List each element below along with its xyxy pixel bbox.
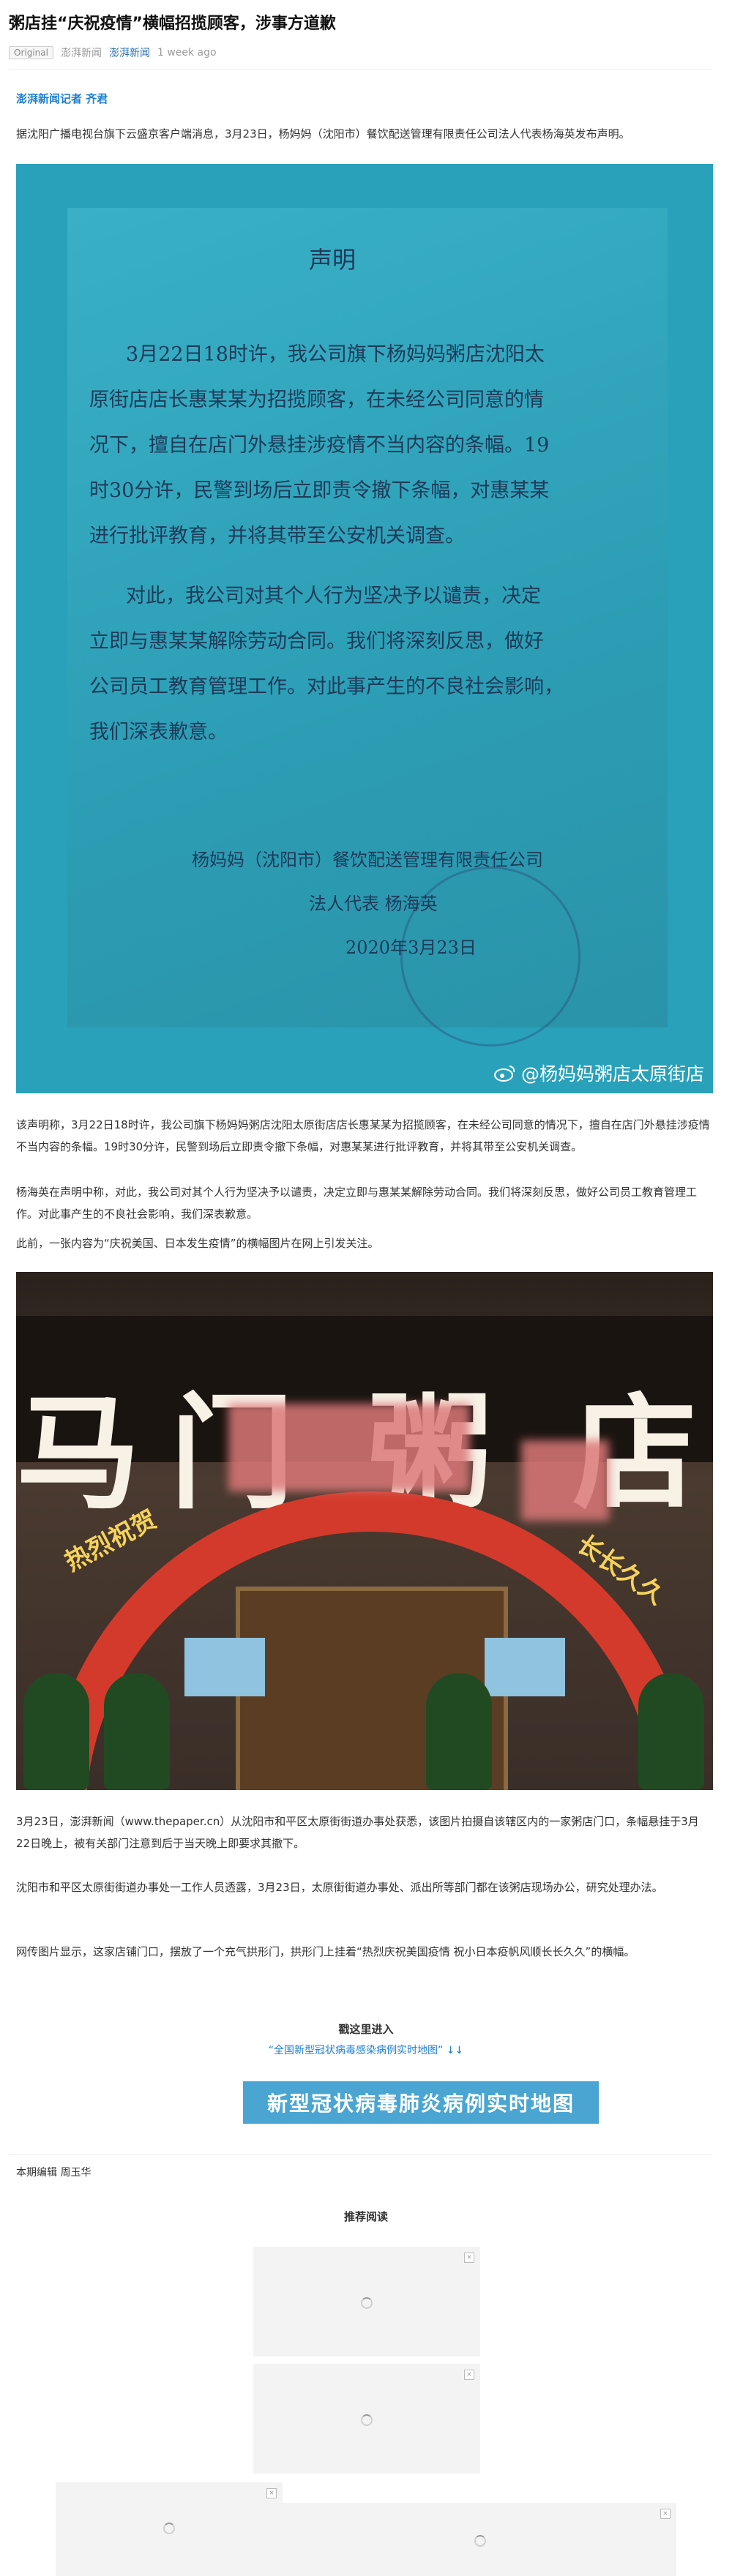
notice-line: 立即与惠某某解除劳动合同。我们将深刻反思，做好 (89, 630, 544, 653)
watermark-text: @杨妈妈粥店太原街店 (520, 1063, 704, 1085)
body-paragraph-6: 网传图片显示，这家店铺门口，摆放了一个充气拱形门，拱形门上挂着“热烈庆祝美国疫情… (16, 1945, 635, 1958)
more-label: 戳这里进入 (338, 2023, 394, 2036)
article-meta: Original 澎湃新闻 澎湃新闻 1 week ago (9, 45, 217, 60)
body-paragraph-2: 杨海英在声明中称，对此，我公司对其个人行为坚决予以谴责，决定立即与惠某某解除劳动… (16, 1186, 698, 1221)
weibo-icon (493, 1066, 515, 1082)
notice-line: 3月22日18时许，我公司旗下杨妈妈粥店沈阳太 (126, 343, 545, 366)
notice-heading: 声明 (309, 246, 356, 274)
body-paragraph-4: 3月23日，澎湃新闻（www.thepaper.cn）从沈阳市和平区太原街街道办… (16, 1815, 699, 1850)
body-paragraph-5: 沈阳市和平区太原街街道办事处一工作人员透露，3月23日，太原街街道办事处、派出所… (16, 1881, 663, 1894)
body-paragraph-1: 该声明称，3月22日18时许，我公司旗下杨妈妈粥店沈阳太原街店店长惠某某为招揽顾… (16, 1118, 710, 1153)
notice-image: 声明 3月22日18时许，我公司旗下杨妈妈粥店沈阳太 原街店店长惠某某为招揽顾客… (16, 164, 713, 1093)
notice-line: 我们深表歉意。 (89, 721, 228, 744)
editor-divider (9, 2154, 712, 2155)
close-icon[interactable]: × (266, 2488, 277, 2498)
recommended-item[interactable]: × (56, 2482, 283, 2576)
notice-line: 对此，我公司对其个人行为坚决予以谴责，决定 (126, 585, 541, 607)
plant (638, 1673, 704, 1790)
notice-paper: 声明 3月22日18时许，我公司旗下杨妈妈粥店沈阳太 原街店店长惠某某为招揽顾客… (67, 208, 668, 1046)
loading-spinner-icon (474, 2535, 486, 2547)
original-tag: Original (9, 46, 53, 59)
recommended-item[interactable]: × (283, 2503, 676, 2576)
weibo-watermark: @杨妈妈粥店太原街店 (493, 1060, 704, 1086)
notice-line: 原街店店长惠某某为招揽顾客，在未经公司同意的情 (89, 389, 544, 411)
blurred-banner (521, 1440, 609, 1521)
map-link[interactable]: “全国新型冠状病毒感染病例实时地图” ↓↓ (0, 2043, 732, 2057)
display-screen (485, 1638, 565, 1696)
loading-spinner-icon (163, 2523, 175, 2534)
plant (426, 1673, 492, 1790)
more-section: 戳这里进入 “全国新型冠状病毒感染病例实时地图” ↓↓ (0, 2021, 732, 2057)
storefront-image: 马 门 粥 店 热烈祝贺 长长久久 (16, 1272, 713, 1790)
plant (23, 1673, 89, 1790)
recommended-title: 推荐阅读 (343, 2210, 388, 2223)
signature-date: 2020年3月23日 (346, 937, 477, 958)
reporter-byline: 澎湃新闻记者 齐君 (16, 92, 108, 105)
notice-line: 时30分许，民警到场后立即责令撤下条幅，对惠某某 (89, 479, 550, 502)
signature-person: 法人代表 杨海英 (309, 894, 438, 914)
signature-company: 杨妈妈（沈阳市）餐饮配送管理有限责任公司 (192, 850, 543, 870)
map-banner[interactable]: 新型冠状病毒肺炎病例实时地图 (243, 2081, 599, 2124)
notice-line: 况下，擅自在店门外悬挂涉疫情不当内容的条幅。19 (89, 434, 550, 457)
account-link[interactable]: 澎湃新闻 (109, 45, 150, 60)
notice-line: 公司员工教育管理工作。对此事产生的不良社会影响， (89, 675, 564, 698)
recommended-item[interactable]: × (253, 2364, 480, 2474)
notice-line: 进行批评教育，并将其带至公安机关调查。 (89, 525, 465, 547)
source-name: 澎湃新闻 (60, 48, 102, 59)
header-divider (9, 69, 712, 70)
publish-time: 1 week ago (157, 47, 217, 59)
editor-credit: 本期编辑 周玉华 (16, 2167, 92, 2179)
close-icon[interactable]: × (464, 2370, 474, 2380)
recommended-item[interactable]: × (253, 2247, 480, 2356)
close-icon[interactable]: × (660, 2509, 671, 2519)
body-paragraph-3: 此前，一张内容为“庆祝美国、日本发生疫情”的横幅图片在网上引发关注。 (16, 1237, 379, 1250)
loading-spinner-icon (361, 2297, 373, 2309)
article-page: 粥店挂“庆祝疫情”横幅招揽顾客，涉事方道歉 Original 澎湃新闻 澎湃新闻… (0, 0, 732, 2576)
sign-character: 马 (16, 1380, 141, 1527)
display-screen (184, 1638, 265, 1696)
article-title: 粥店挂“庆祝疫情”横幅招揽顾客，涉事方道歉 (9, 15, 336, 33)
blurred-banner (228, 1404, 470, 1491)
lead-paragraph: 据沈阳广播电视台旗下云盛京客户端消息，3月23日，杨妈妈（沈阳市）餐饮配送管理有… (16, 127, 630, 141)
loading-spinner-icon (361, 2414, 373, 2426)
plant (104, 1673, 170, 1790)
close-icon[interactable]: × (464, 2253, 474, 2263)
